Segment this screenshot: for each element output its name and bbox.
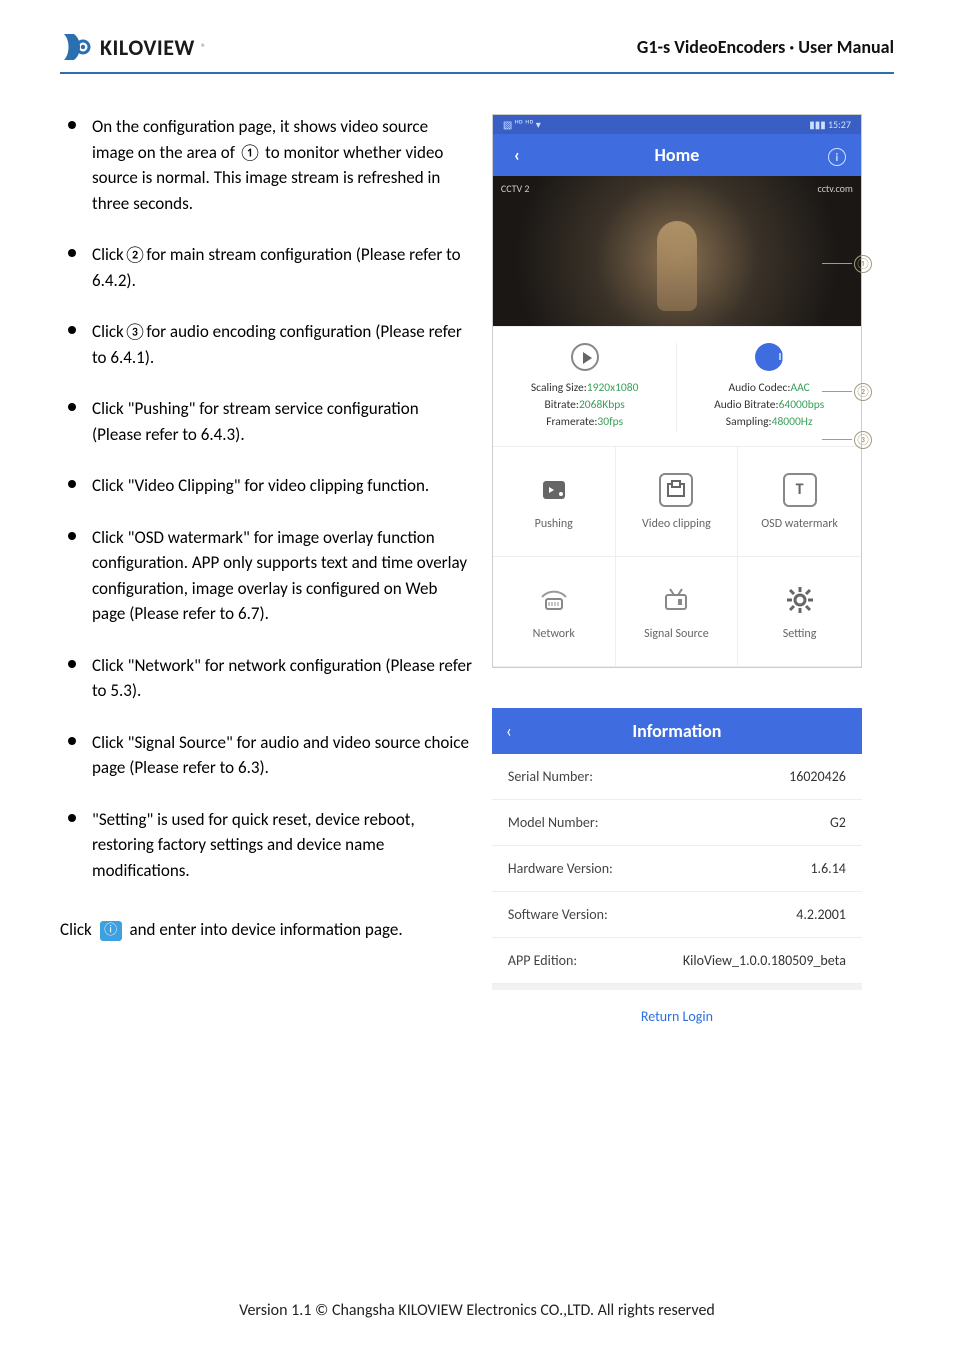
callout-1: ① [854, 254, 872, 273]
info-header: ‹ Information [492, 708, 862, 754]
stream-params: Scaling Size:1920x1080 Bitrate:2068Kbps … [493, 326, 861, 446]
cell-osd-watermark[interactable]: T OSD watermark [738, 447, 861, 557]
param-val: 1920x1080 [587, 381, 639, 395]
return-login-link[interactable]: Return Login [492, 984, 862, 1043]
info-row-hw: Hardware Version: 1.6.14 [492, 846, 862, 892]
param-val: AAC [790, 381, 809, 395]
info-key: Software Version: [508, 906, 608, 923]
info-val: 4.2.2001 [796, 906, 846, 923]
back-icon[interactable]: ‹ [506, 720, 512, 742]
info-row-serial: Serial Number: 16020426 [492, 754, 862, 800]
info-val: 16020426 [789, 768, 846, 785]
param-key: Framerate: [546, 415, 597, 429]
bullet-item: Click "Signal Source" for audio and vide… [60, 730, 472, 781]
device-info-button[interactable]: i [827, 144, 847, 166]
bullet-item: On the configuration page, it shows vide… [60, 114, 472, 216]
preview-source: cctv.com [817, 182, 852, 195]
callout-3: ③ [854, 430, 872, 449]
video-preview: CCTV 2 cctv.com [493, 176, 861, 326]
info-key: Model Number: [508, 814, 599, 831]
info-title: Information [632, 720, 721, 742]
phone-navbar: ‹ Home i [493, 134, 861, 176]
status-right: ▮▮▮ 15:27 [809, 118, 851, 131]
info-row-app: APP Edition: KiloView_1.0.0.180509_beta [492, 938, 862, 984]
signal-icon [659, 583, 693, 617]
gear-icon [783, 583, 817, 617]
pushing-icon [537, 473, 571, 507]
param-val: 2068Kbps [579, 398, 625, 412]
right-column: ▧ ᴴᴰ ᴴᴰ ▾ ▮▮▮ 15:27 ‹ Home i CCTV 2 cctv… [492, 114, 894, 1043]
param-val: 30fps [597, 415, 623, 429]
bullet-item: Click "Video Clipping" for video clippin… [60, 473, 472, 499]
info-click-sentence: Click and enter into device information … [60, 913, 472, 947]
audio-bars-icon [755, 343, 783, 371]
info-key: APP Edition: [508, 952, 577, 969]
bullet-item: Click "Network" for network configuratio… [60, 653, 472, 704]
info-key: Hardware Version: [508, 860, 613, 877]
back-icon[interactable]: ‹ [507, 144, 527, 166]
brand-name: KILOVIEW [100, 34, 195, 61]
phone-home-screenshot: ▧ ᴴᴰ ᴴᴰ ▾ ▮▮▮ 15:27 ‹ Home i CCTV 2 cctv… [492, 114, 862, 668]
bullet-item: "Setting" is used for quick reset, devic… [60, 807, 472, 884]
info-click-pre: Click [60, 919, 92, 940]
brand-registered: ® [201, 41, 206, 54]
video-params[interactable]: Scaling Size:1920x1080 Bitrate:2068Kbps … [493, 343, 678, 432]
callout-num: ② [854, 383, 872, 401]
callout-num: ① [854, 255, 872, 273]
param-val: 64000bps [779, 398, 825, 412]
info-val: 1.6.14 [810, 860, 845, 877]
param-val: 48000Hz [772, 415, 813, 429]
info-val: G2 [830, 814, 846, 831]
param-key: Audio Bitrate: [714, 398, 779, 412]
bullet-list: On the configuration page, it shows vide… [60, 114, 472, 883]
phone-statusbar: ▧ ᴴᴰ ᴴᴰ ▾ ▮▮▮ 15:27 [493, 115, 861, 134]
left-column: On the configuration page, it shows vide… [60, 114, 472, 1043]
cell-label: Pushing [535, 517, 573, 531]
cell-label: Signal Source [644, 627, 709, 641]
info-val: KiloView_1.0.0.180509_beta [683, 952, 846, 969]
bullet-item: Click "Pushing" for stream service confi… [60, 396, 472, 447]
cell-setting[interactable]: Setting [738, 557, 861, 667]
info-icon [100, 921, 122, 941]
info-row-sw: Software Version: 4.2.2001 [492, 892, 862, 938]
feature-grid: Pushing Video clipping T OSD watermark [493, 446, 861, 667]
play-icon [571, 343, 599, 371]
preview-figure [657, 221, 697, 311]
cell-pushing[interactable]: Pushing [493, 447, 616, 557]
clip-icon [659, 473, 693, 507]
param-key: Audio Codec: [729, 381, 791, 395]
callout-num: ③ [854, 431, 872, 449]
cell-video-clipping[interactable]: Video clipping [616, 447, 739, 557]
bullet-item: Click③for audio encoding configuration (… [60, 319, 472, 370]
cell-network[interactable]: Network [493, 557, 616, 667]
callout-2: ② [854, 382, 872, 401]
osd-icon: T [783, 473, 817, 507]
bullet-item: Click "OSD watermark" for image overlay … [60, 525, 472, 627]
info-row-model: Model Number: G2 [492, 800, 862, 846]
network-icon [537, 583, 571, 617]
status-left: ▧ ᴴᴰ ᴴᴰ ▾ [503, 118, 541, 131]
brand-logo: KILOVIEW ® [60, 30, 206, 64]
param-key: Bitrate: [545, 398, 579, 412]
cell-label: Setting [783, 627, 817, 641]
preview-channel: CCTV 2 [501, 182, 530, 195]
bullet-item: Click②for main stream configuration (Ple… [60, 242, 472, 293]
cell-label: Network [533, 627, 575, 641]
info-key: Serial Number: [508, 768, 593, 785]
param-key: Scaling Size: [531, 381, 587, 395]
param-key: Sampling: [726, 415, 772, 429]
cell-signal-source[interactable]: Signal Source [616, 557, 739, 667]
page-footer: Version 1.1 © Changsha KILOVIEW Electron… [0, 1301, 954, 1320]
page-header: KILOVIEW ® G1-s VideoEncoders · User Man… [60, 30, 894, 74]
information-panel: ‹ Information Serial Number: 16020426 Mo… [492, 708, 862, 1043]
content-area: On the configuration page, it shows vide… [60, 114, 894, 1043]
doc-title: G1-s VideoEncoders · User Manual [637, 36, 894, 58]
audio-params[interactable]: Audio Codec:AAC Audio Bitrate:64000bps S… [677, 343, 861, 432]
logo-icon [60, 30, 94, 64]
cell-label: OSD watermark [761, 517, 838, 531]
cell-label: Video clipping [642, 517, 711, 531]
nav-title: Home [655, 144, 700, 166]
info-click-post: and enter into device information page. [129, 919, 402, 940]
